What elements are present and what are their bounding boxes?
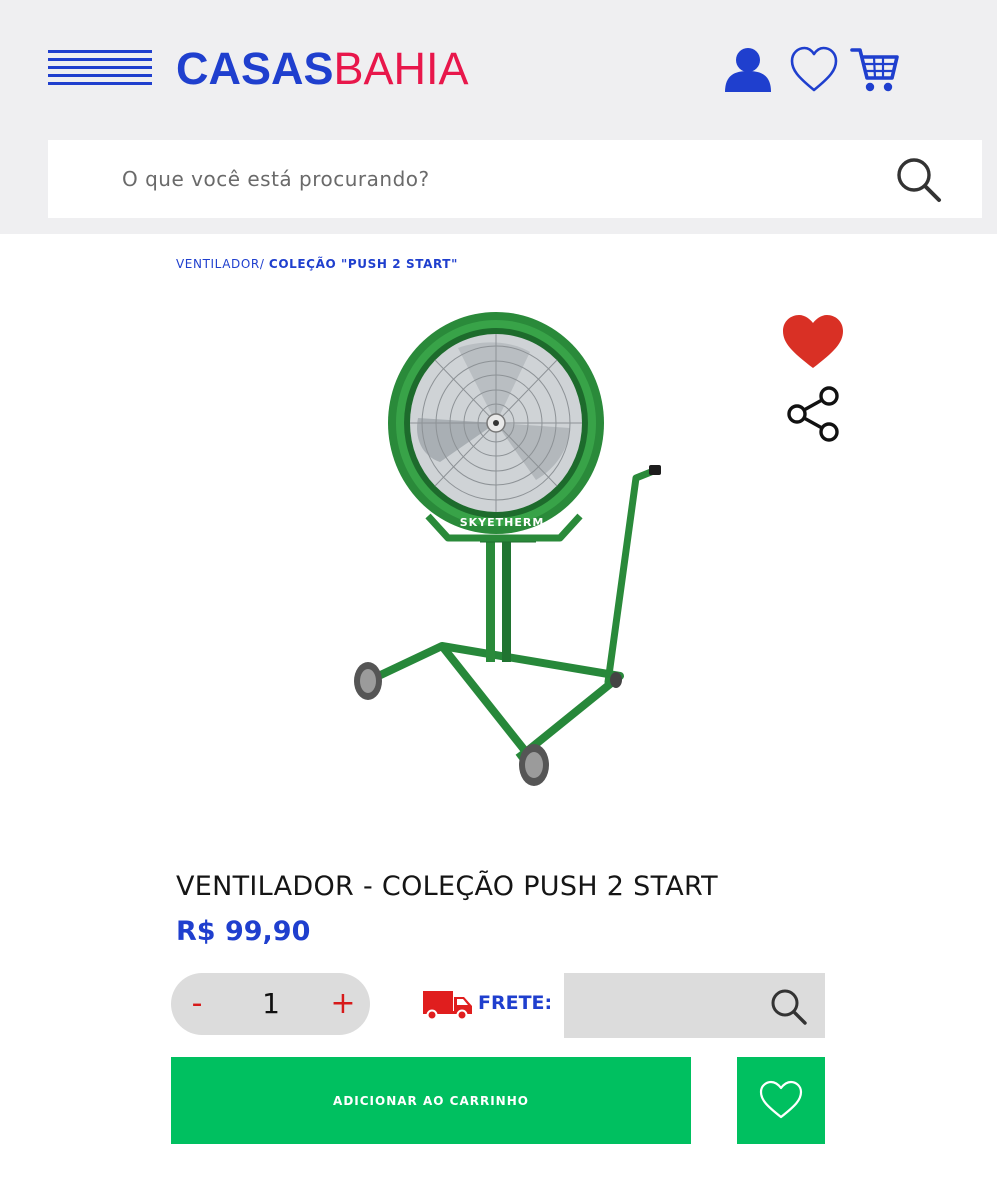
quantity-value[interactable]: 1: [235, 973, 307, 1035]
logo[interactable]: CASASBAHIA: [176, 42, 469, 96]
product-brand-text: SKYETHERM: [460, 516, 545, 529]
menu-icon[interactable]: [48, 50, 152, 86]
product-image: SKYETHERM: [330, 310, 680, 800]
shipping-search-icon[interactable]: [769, 987, 809, 1027]
wishlist-heart-icon[interactable]: [788, 44, 840, 96]
truck-icon: [422, 989, 474, 1021]
search-bar: [48, 140, 982, 218]
product-title: VENTILADOR - COLEÇÃO PUSH 2 START: [176, 871, 718, 902]
breadcrumb: VENTILADOR/ COLEÇÃO "PUSH 2 START": [176, 257, 458, 271]
add-to-wishlist-button[interactable]: [737, 1057, 825, 1144]
quantity-stepper: - 1 +: [171, 973, 370, 1035]
quantity-decrement-button[interactable]: -: [171, 973, 223, 1035]
favorite-heart-icon[interactable]: [782, 314, 844, 370]
share-icon[interactable]: [784, 385, 844, 443]
add-to-cart-button[interactable]: ADICIONAR AO CARRINHO: [171, 1057, 691, 1144]
user-icon[interactable]: [722, 44, 774, 96]
heart-outline-icon: [759, 1080, 803, 1119]
shipping-field: [564, 973, 825, 1038]
search-icon[interactable]: [894, 155, 944, 205]
site-header: CASASBAHIA: [0, 0, 997, 234]
breadcrumb-current: COLEÇÃO "PUSH 2 START": [268, 257, 458, 271]
shipping-zip-input[interactable]: [576, 973, 766, 1038]
logo-casas: CASAS: [176, 43, 334, 94]
logo-bahia: BAHIA: [333, 43, 469, 94]
product-price: R$ 99,90: [176, 916, 311, 947]
cart-icon[interactable]: [850, 44, 902, 96]
quantity-increment-button[interactable]: +: [317, 973, 369, 1035]
search-input[interactable]: [122, 140, 882, 218]
shipping-label: FRETE:: [478, 992, 553, 1014]
breadcrumb-category[interactable]: VENTILADOR/: [176, 257, 264, 271]
